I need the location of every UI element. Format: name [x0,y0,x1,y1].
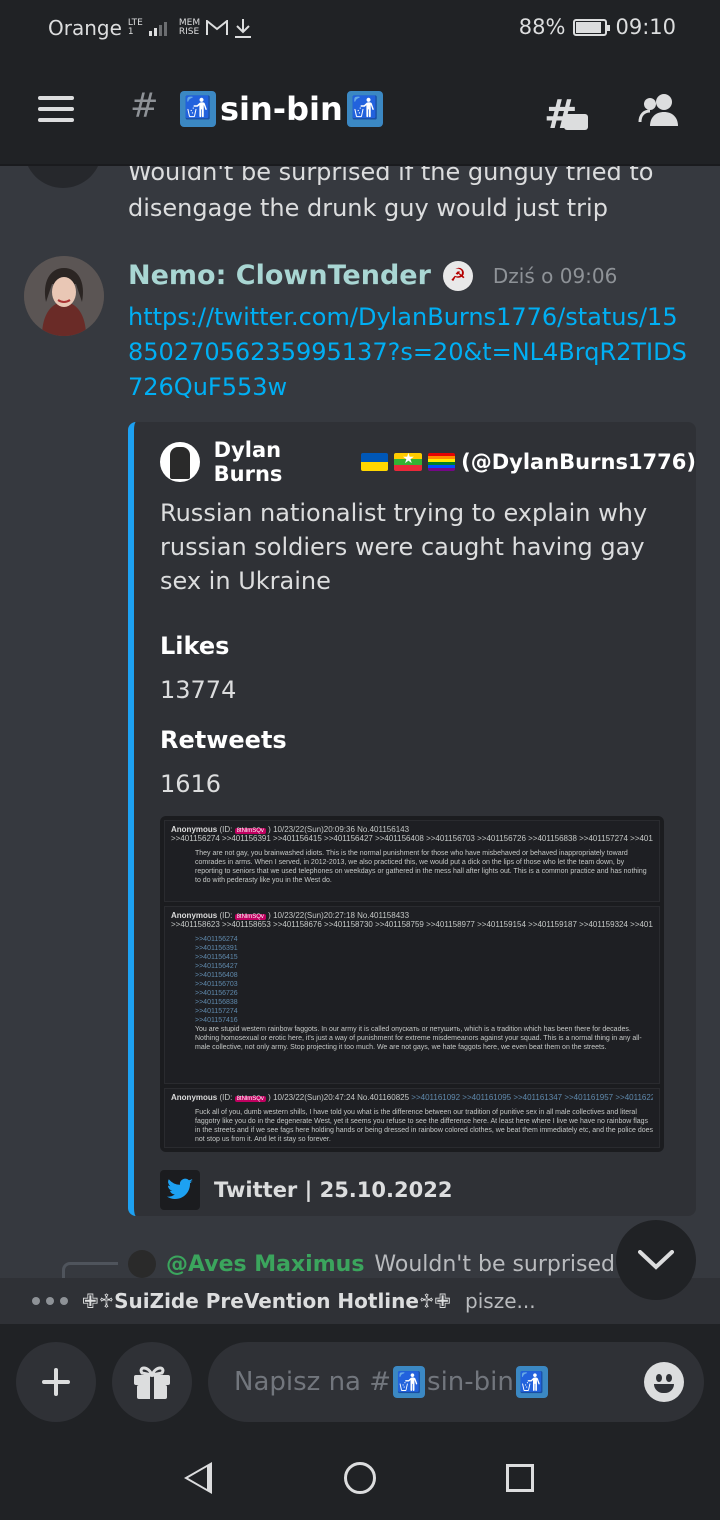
embed-author-handle: (@DylanBurns1776) [461,450,696,474]
gift-icon [134,1366,170,1399]
channel-name: sin-bin [220,90,343,128]
status-bar: Orange LTE 1 MEM RISE 88% 09:10 [0,0,720,56]
forum-post: Anonymous (ID: 8tNlmSQv ) 10/23/22(Sun)2… [164,820,660,902]
system-navigation-bar [0,1440,720,1520]
battery-percent: 88% [518,15,566,39]
message-input-placeholder: Napisz na # 🚮 sin-bin 🚮 [234,1366,548,1398]
litter-bin-icon: 🚮 [180,91,216,127]
gmail-icon [206,20,229,35]
embed-author-name: Dylan Burns [213,438,283,486]
myanmar-flag-icon [394,451,422,471]
signal-icon [148,20,167,36]
twitter-bird-icon [160,1170,200,1210]
forum-post: Anonymous (ID: 8tNlmSQv ) 10/23/22(Sun)2… [164,1088,660,1148]
members-icon[interactable] [638,92,682,128]
channel-hash-icon: # [130,86,159,126]
channel-title[interactable]: 🚮 sin-bin 🚮 [180,90,383,128]
plus-icon [42,1368,70,1396]
reply-mention[interactable]: @Aves Maximus [166,1252,364,1277]
message-timestamp: Dziś o 09:06 [492,263,618,288]
reply-preview[interactable]: @Aves Maximus Wouldn't be surprised if t… [128,1250,665,1278]
clock: 09:10 [615,15,676,39]
memrise-icon: MEM RISE [178,18,201,37]
embed-field-likes-name: Likes [160,632,230,660]
typing-user-name: ✙♱SuiZide PreVention Hotline♱✙ [82,1289,452,1313]
embed-author[interactable]: Dylan Burns (@DylanBurns1776) [160,438,696,486]
recents-icon[interactable] [506,1464,534,1492]
litter-bin-icon: 🚮 [346,91,383,127]
twitter-embed: Dylan Burns (@DylanBurns1776) Russian na… [128,422,696,1216]
rainbow-flag-icon [427,453,456,471]
message-link[interactable]: https://twitter.com/DylanBurns1776/statu… [128,300,688,405]
message-composer: Napisz na # 🚮 sin-bin 🚮 [0,1324,720,1440]
back-icon[interactable] [184,1462,212,1494]
message-header: Nemo: ClownTender ☭ Dziś o 09:06 [128,260,617,291]
chevron-down-icon [638,1250,674,1270]
threads-icon[interactable]: # [544,92,588,138]
home-icon[interactable] [344,1462,376,1494]
clown-role-icon: ☭ [442,260,473,291]
embed-footer: Twitter | 25.10.2022 [160,1170,452,1210]
avatar [128,1250,156,1278]
typing-dots-icon [32,1297,68,1305]
avatar[interactable] [24,256,104,336]
embed-author-avatar [160,442,200,482]
menu-icon[interactable] [38,96,74,122]
message-input[interactable]: Napisz na # 🚮 sin-bin 🚮 [208,1342,704,1422]
battery-fill [576,21,602,33]
typing-label: pisze... [465,1289,536,1313]
attach-button[interactable] [16,1342,96,1422]
carrier-label: Orange [48,16,122,40]
download-icon [235,19,252,38]
embed-image-screenshot[interactable]: Anonymous (ID: 8tNlmSQv ) 10/23/22(Sun)2… [160,816,664,1152]
embed-field-retweets-value: 1616 [160,770,222,798]
gift-button[interactable] [112,1342,192,1422]
battery-icon [573,18,611,36]
ukraine-flag-icon [360,453,389,471]
message-list[interactable]: Wouldn't be surprised if the gunguy trie… [0,140,720,1280]
network-indicator: LTE 1 [127,18,143,37]
embed-field-likes-value: 13774 [160,676,237,704]
jump-to-bottom-button[interactable] [616,1220,696,1300]
channel-header: # 🚮 sin-bin 🚮 # [0,56,720,166]
typing-indicator: ✙♱SuiZide PreVention Hotline♱✙ pisze... [0,1278,720,1324]
message-username[interactable]: Nemo: ClownTender [128,260,431,291]
embed-footer-text: Twitter | 25.10.2022 [214,1178,453,1202]
litter-bin-icon: 🚮 [515,1366,548,1398]
embed-description: Russian nationalist trying to explain wh… [160,499,648,595]
embed-field-retweets-name: Retweets [160,726,287,754]
forum-post: Anonymous (ID: 8tNlmSQv ) 10/23/22(Sun)2… [164,906,660,1084]
litter-bin-icon: 🚮 [393,1366,426,1398]
emoji-picker-icon[interactable] [644,1362,684,1402]
